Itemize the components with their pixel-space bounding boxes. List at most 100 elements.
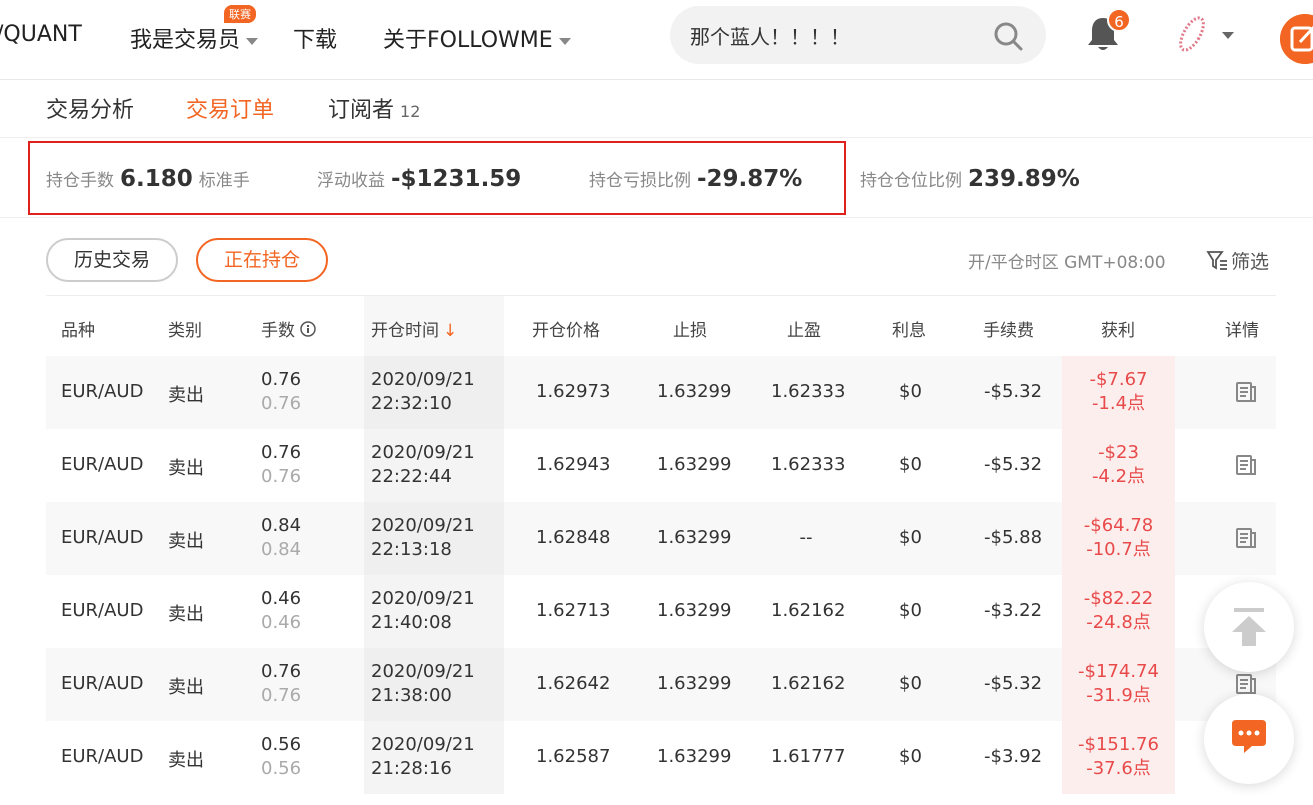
cell-lots: 0.84 0.84 — [261, 514, 301, 562]
cell-fee: -$5.32 — [984, 454, 1043, 475]
header-detail: 详情 — [1225, 321, 1259, 341]
profit-value: -$151.76 — [1078, 734, 1159, 755]
profit-points: -10.7点 — [1086, 539, 1151, 560]
cell-open-price: 1.62943 — [536, 454, 611, 475]
header-profit: 获利 — [1101, 321, 1135, 341]
cell-symbol: EUR/AUD — [61, 746, 144, 767]
table-row[interactable]: EUR/AUD 卖出 0.76 0.76 2020/09/21 21:38:00 1.626… — [46, 648, 1276, 721]
table-row[interactable]: EUR/AUD 卖出 0.46 0.46 2020/09/21 21:40:08 1.627… — [46, 575, 1276, 648]
info-icon[interactable] — [300, 321, 317, 337]
lots-closed-value: 0.56 — [261, 758, 302, 779]
cell-symbol: EUR/AUD — [61, 527, 144, 548]
lots-closed-value: 0.46 — [261, 612, 302, 633]
filter-button[interactable]: 筛选 — [1206, 247, 1269, 274]
cell-take-profit: 1.62162 — [771, 600, 846, 621]
profit-value: -$174.74 — [1078, 661, 1159, 682]
cell-lots: 0.56 0.56 — [261, 733, 301, 781]
chevron-down-icon[interactable] — [1222, 32, 1234, 39]
open-date: 2020/09/21 — [371, 369, 475, 390]
nav-quant[interactable]: /QUANT — [0, 22, 82, 47]
document-icon[interactable] — [1234, 672, 1258, 696]
chat-button[interactable] — [1204, 694, 1294, 784]
tab-orders[interactable]: 交易订单 — [186, 92, 274, 124]
header-open-time[interactable]: 开仓时间 ↓ — [371, 316, 457, 341]
cell-interest: $0 — [899, 746, 922, 767]
nav-download[interactable]: 下载 — [293, 22, 337, 54]
cell-open-price: 1.62713 — [536, 600, 611, 621]
cell-lots: 0.46 0.46 — [261, 587, 301, 635]
table-row[interactable]: EUR/AUD 卖出 0.76 0.76 2020/09/21 22:22:44 1.629… — [46, 429, 1276, 502]
cell-open-price: 1.62848 — [536, 527, 611, 548]
table-row[interactable]: EUR/AUD 卖出 0.84 0.84 2020/09/21 22:13:18 1.628… — [46, 502, 1276, 575]
avatar[interactable] — [1170, 12, 1214, 56]
notification-badge: 6 — [1107, 8, 1131, 32]
open-date: 2020/09/21 — [371, 515, 475, 536]
open-date: 2020/09/21 — [371, 588, 475, 609]
nav-about[interactable]: 关于FOLLOWME — [383, 22, 571, 54]
cell-stop-loss: 1.63299 — [657, 746, 732, 767]
cell-fee: -$3.22 — [984, 600, 1043, 621]
lots-value: 0.84 — [261, 515, 302, 536]
lots-value: 0.76 — [261, 661, 302, 682]
lots-closed-value: 0.76 — [261, 393, 302, 414]
top-nav: /QUANT 我是交易员 联赛 下载 关于FOLLOWME 6 — [0, 0, 1313, 80]
cell-type: 卖出 — [168, 458, 204, 479]
header-symbol: 品种 — [61, 321, 95, 341]
profit-points: -31.9点 — [1086, 685, 1151, 706]
lots-closed-value: 0.76 — [261, 466, 302, 487]
cell-profit: -$151.76 -37.6点 — [1062, 733, 1175, 781]
cell-type: 卖出 — [168, 677, 204, 698]
profit-points: -1.4点 — [1091, 393, 1146, 414]
cell-symbol: EUR/AUD — [61, 673, 144, 694]
cell-symbol: EUR/AUD — [61, 600, 144, 621]
open-date: 2020/09/21 — [371, 734, 475, 755]
table-row[interactable]: EUR/AUD 卖出 0.56 0.56 2020/09/21 21:28:16 1.625… — [46, 721, 1276, 794]
cell-profit: -$174.74 -31.9点 — [1062, 660, 1175, 708]
header-type: 类别 — [168, 321, 202, 341]
profit-points: -4.2点 — [1091, 466, 1146, 487]
open-positions-button[interactable]: 正在持仓 — [196, 238, 328, 282]
search-icon[interactable] — [992, 20, 1024, 52]
cell-interest: $0 — [899, 527, 922, 548]
nav-trader[interactable]: 我是交易员 — [130, 22, 259, 54]
sort-down-icon: ↓ — [443, 321, 458, 341]
search-bar — [670, 6, 1046, 64]
profit-value: -$64.78 — [1083, 515, 1154, 536]
cell-take-profit: 1.62162 — [771, 673, 846, 694]
cell-take-profit: 1.62333 — [771, 381, 846, 402]
cell-open-price: 1.62973 — [536, 381, 611, 402]
arrow-up-icon — [1232, 608, 1266, 646]
profit-points: -37.6点 — [1086, 758, 1151, 779]
cell-profit: -$64.78 -10.7点 — [1062, 514, 1175, 562]
cell-fee: -$5.88 — [984, 527, 1043, 548]
header-fee: 手续费 — [983, 321, 1034, 341]
search-input[interactable] — [690, 21, 980, 49]
document-icon[interactable] — [1234, 380, 1258, 404]
profit-value: -$82.22 — [1083, 588, 1154, 609]
cell-open-time: 2020/09/21 22:22:44 — [371, 441, 475, 489]
cell-open-price: 1.62642 — [536, 673, 611, 694]
open-date: 2020/09/21 — [371, 661, 475, 682]
header-interest: 利息 — [892, 321, 926, 341]
cell-take-profit: -- — [799, 527, 813, 548]
cell-stop-loss: 1.63299 — [657, 600, 732, 621]
document-icon[interactable] — [1234, 526, 1258, 550]
chevron-down-icon — [558, 37, 571, 45]
cell-fee: -$3.92 — [984, 746, 1043, 767]
cell-type: 卖出 — [168, 604, 204, 625]
cell-type: 卖出 — [168, 531, 204, 552]
lots-value: 0.56 — [261, 734, 302, 755]
document-icon[interactable] — [1234, 453, 1258, 477]
cell-type: 卖出 — [168, 750, 204, 771]
edit-icon[interactable] — [1280, 14, 1313, 64]
history-trades-button[interactable]: 历史交易 — [46, 238, 178, 282]
cell-stop-loss: 1.63299 — [657, 454, 732, 475]
stat-lots: 持仓手数 6.180 标准手 — [46, 166, 250, 192]
table-row[interactable]: EUR/AUD 卖出 0.76 0.76 2020/09/21 22:32:10 1.629… — [46, 356, 1276, 429]
tab-analysis[interactable]: 交易分析 — [46, 92, 134, 124]
tab-subscribers[interactable]: 订阅者 12 — [328, 92, 420, 124]
open-time: 22:13:18 — [371, 539, 452, 560]
header-lots: 手数 — [261, 316, 317, 341]
cell-interest: $0 — [899, 454, 922, 475]
back-to-top-button[interactable] — [1204, 582, 1294, 672]
